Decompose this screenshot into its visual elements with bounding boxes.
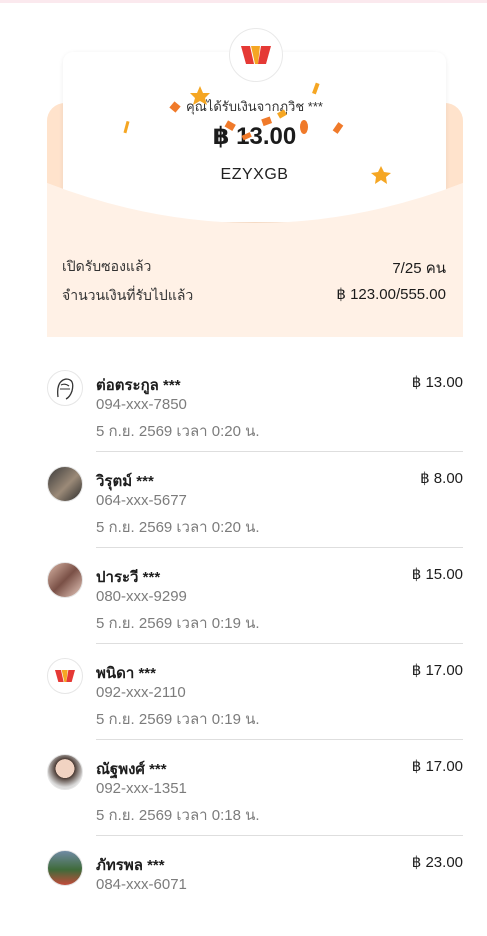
- received-label: จำนวนเงินที่รับไปแล้ว: [62, 287, 194, 303]
- avatar: [47, 658, 83, 694]
- sketch-avatar-icon: [57, 378, 74, 400]
- received-amount: ฿ 13.00: [212, 123, 297, 150]
- avatar: [47, 562, 83, 598]
- recipient-name: ปาระวี ***: [96, 569, 161, 586]
- avatar: [47, 850, 83, 886]
- opened-value: 7/25 คน: [392, 260, 446, 277]
- divider: [96, 739, 463, 740]
- list-item[interactable]: พนิดา *** 092-xxx-2110 5 ก.ย. 2569 เวลา …: [0, 648, 487, 744]
- received-amount: ฿ 15.00: [411, 566, 463, 583]
- list-item[interactable]: ภัทรพล *** 084-xxx-6071 ฿ 23.00: [0, 840, 487, 936]
- divider: [96, 451, 463, 452]
- divider: [96, 643, 463, 644]
- brand-logo: [229, 28, 283, 82]
- received-time: 5 ก.ย. 2569 เวลา 0:20 น.: [96, 519, 260, 536]
- sender-text: คุณได้รับเงินจากภูวิช ***: [186, 99, 323, 114]
- list-item[interactable]: ต่อตระกูล *** 094-xxx-7850 5 ก.ย. 2569 เ…: [0, 360, 487, 456]
- avatar: [47, 466, 83, 502]
- received-amount: ฿ 23.00: [411, 854, 463, 871]
- avatar: [47, 370, 83, 406]
- list-item[interactable]: วิรุตม์ *** 064-xxx-5677 5 ก.ย. 2569 เวล…: [0, 456, 487, 552]
- recipient-phone: 092-xxx-1351: [96, 780, 187, 797]
- received-amount: ฿ 17.00: [411, 758, 463, 775]
- received-amount: ฿ 13.00: [411, 374, 463, 391]
- divider: [96, 835, 463, 836]
- list-item[interactable]: ณัฐพงศ์ *** 092-xxx-1351 5 ก.ย. 2569 เวล…: [0, 744, 487, 840]
- received-time: 5 ก.ย. 2569 เวลา 0:18 น.: [96, 807, 260, 824]
- recipient-phone: 064-xxx-5677: [96, 492, 187, 509]
- received-value: ฿ 123.00/555.00: [336, 286, 446, 303]
- top-border: [0, 0, 487, 3]
- recipient-phone: 094-xxx-7850: [96, 396, 187, 413]
- received-time: 5 ก.ย. 2569 เวลา 0:20 น.: [96, 423, 260, 440]
- truemoney-logo-icon: [55, 670, 75, 682]
- received-amount: ฿ 8.00: [420, 470, 463, 487]
- avatar: [47, 754, 83, 790]
- opened-count-row: เปิดรับซองแล้ว 7/25 คน: [62, 256, 446, 280]
- truemoney-logo-icon: [241, 46, 271, 64]
- recipient-phone: 092-xxx-2110: [96, 684, 186, 701]
- envelope-code: EZYXGB: [220, 166, 289, 183]
- received-total-row: จำนวนเงินที่รับไปแล้ว ฿ 123.00/555.00: [62, 285, 446, 307]
- divider: [96, 547, 463, 548]
- received-amount: ฿ 17.00: [411, 662, 463, 679]
- received-time: 5 ก.ย. 2569 เวลา 0:19 น.: [96, 711, 260, 728]
- recipient-name: ณัฐพงศ์ ***: [96, 761, 167, 778]
- recipient-name: ภัทรพล ***: [96, 857, 165, 874]
- received-time: 5 ก.ย. 2569 เวลา 0:19 น.: [96, 615, 260, 632]
- recipient-name: วิรุตม์ ***: [96, 473, 154, 490]
- recipient-phone: 080-xxx-9299: [96, 588, 187, 605]
- recipient-name: ต่อตระกูล ***: [96, 377, 181, 394]
- opened-label: เปิดรับซองแล้ว: [62, 258, 152, 274]
- recipient-phone: 084-xxx-6071: [96, 876, 187, 893]
- list-item[interactable]: ปาระวี *** 080-xxx-9299 5 ก.ย. 2569 เวลา…: [0, 552, 487, 648]
- recipient-name: พนิดา ***: [96, 665, 156, 682]
